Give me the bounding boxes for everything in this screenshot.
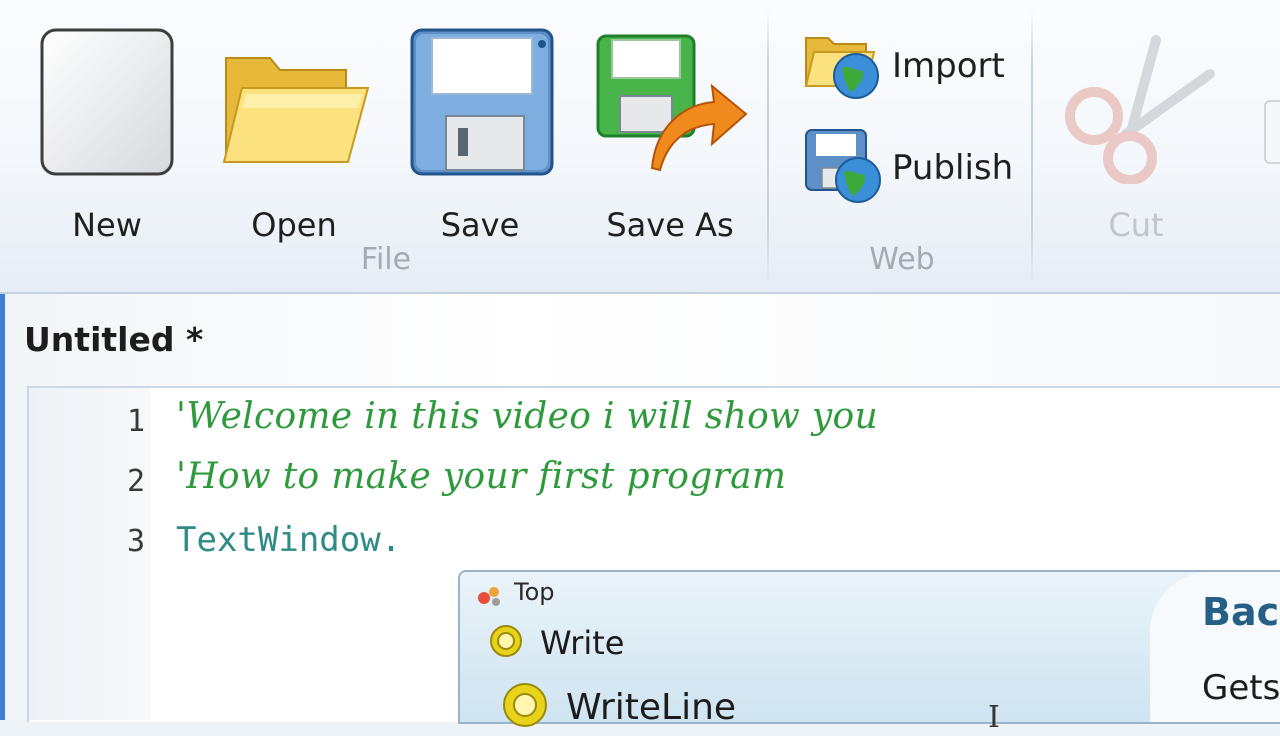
save-as-button[interactable]: Save As bbox=[590, 20, 750, 250]
publish-globe-icon bbox=[804, 128, 882, 208]
members-icon bbox=[474, 582, 504, 612]
group-divider bbox=[767, 10, 769, 285]
file-group-label: File bbox=[360, 242, 412, 277]
line-number: 2 bbox=[126, 464, 145, 499]
code-line[interactable]: TextWindow. bbox=[176, 520, 401, 560]
save-disk-icon bbox=[410, 28, 554, 182]
publish-button-label: Publish bbox=[892, 148, 1014, 188]
publish-button[interactable]: Publish bbox=[804, 129, 1014, 203]
copy-button-partial[interactable] bbox=[1264, 100, 1280, 164]
import-button[interactable]: Import bbox=[804, 36, 1005, 99]
new-button[interactable]: New bbox=[34, 20, 180, 250]
cut-button[interactable]: Cut bbox=[1056, 20, 1216, 250]
open-button[interactable]: Open bbox=[212, 20, 376, 250]
save-button-label: Save bbox=[440, 206, 520, 244]
ribbon-toolbar: New Open Save Save As File Import Publis… bbox=[0, 0, 1280, 294]
group-divider bbox=[1031, 10, 1033, 285]
intellisense-detail-text: Gets bbox=[1202, 668, 1280, 708]
save-button[interactable]: Save bbox=[398, 20, 562, 250]
operation-gear-icon bbox=[486, 621, 526, 665]
document-title: Untitled * bbox=[24, 320, 204, 359]
open-button-label: Open bbox=[251, 206, 337, 244]
line-number: 1 bbox=[126, 404, 145, 439]
new-button-label: New bbox=[72, 206, 142, 244]
scissors-icon bbox=[1060, 34, 1216, 188]
intellisense-item-label: WriteLine bbox=[566, 686, 737, 728]
intellisense-detail-title: Bac bbox=[1202, 590, 1280, 634]
code-line-comment[interactable]: 'How to make your first program bbox=[176, 456, 786, 497]
save-as-button-label: Save As bbox=[606, 206, 734, 244]
save-as-icon bbox=[596, 34, 752, 178]
text-cursor-icon: I bbox=[988, 700, 1000, 735]
intellisense-item-label: Write bbox=[540, 624, 625, 662]
import-globe-icon bbox=[804, 28, 882, 104]
intellisense-top-label: Top bbox=[514, 578, 555, 606]
operation-gear-icon bbox=[498, 678, 552, 736]
cut-button-label: Cut bbox=[1108, 206, 1164, 244]
line-number: 3 bbox=[126, 524, 145, 559]
intellisense-item-writeline[interactable]: WriteLine bbox=[498, 683, 737, 730]
new-document-icon bbox=[40, 28, 174, 180]
intellisense-item-write[interactable]: Write bbox=[486, 620, 624, 666]
import-button-label: Import bbox=[892, 46, 1005, 86]
web-group-label: Web bbox=[869, 242, 935, 277]
folder-icon bbox=[220, 34, 372, 178]
code-line-comment[interactable]: 'Welcome in this video i will show you bbox=[176, 396, 878, 437]
